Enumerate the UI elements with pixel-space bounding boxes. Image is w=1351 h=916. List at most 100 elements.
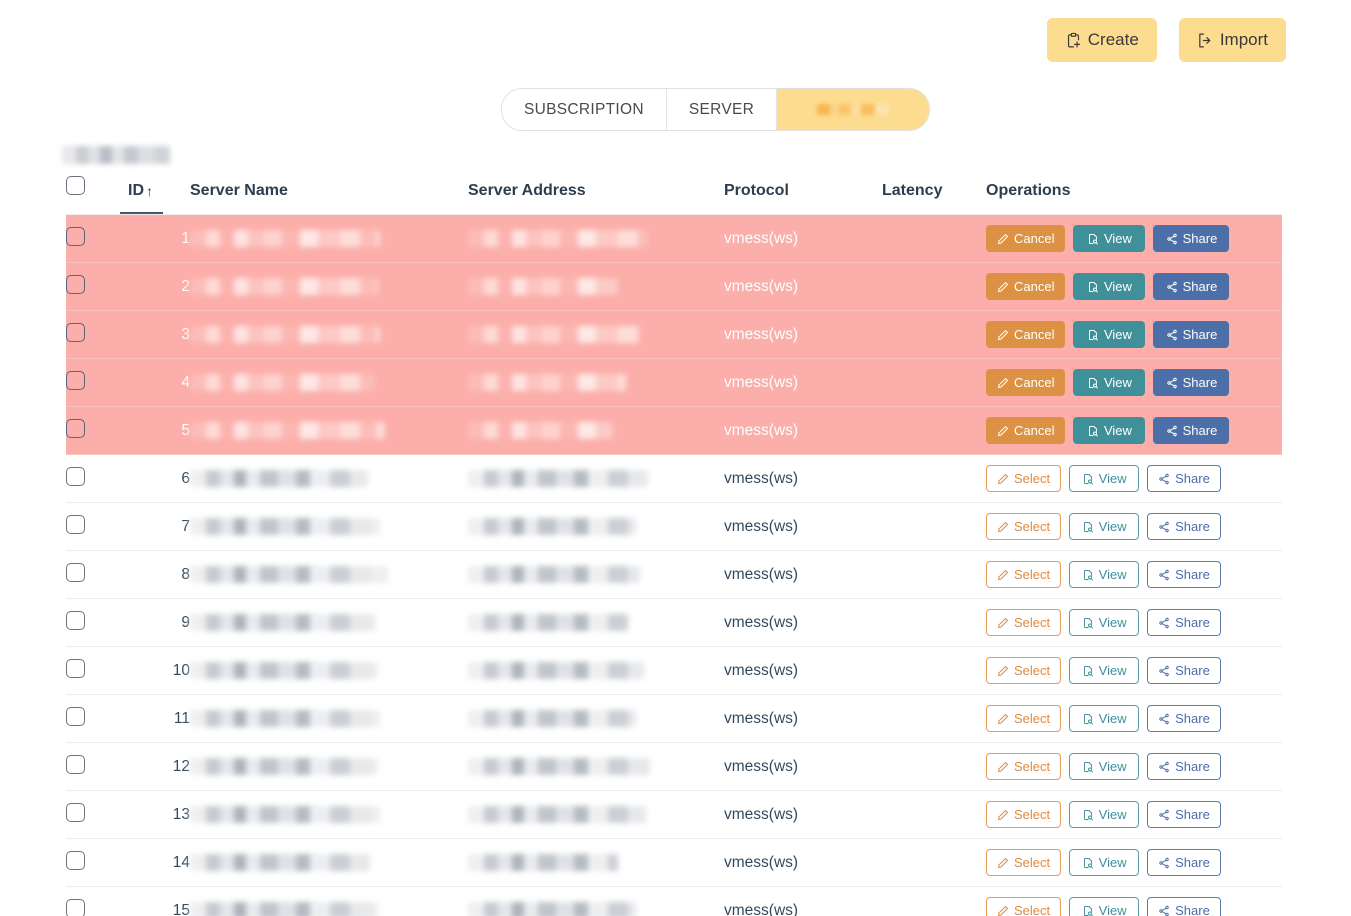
table-row[interactable]: 6 vmess(ws) Select View Share: [66, 454, 1282, 503]
tab-redacted[interactable]: [777, 89, 930, 130]
row-checkbox[interactable]: [66, 466, 85, 486]
share-button-label: Share: [1175, 807, 1210, 822]
row-checkbox[interactable]: [66, 562, 85, 582]
select-button[interactable]: Select: [986, 897, 1062, 916]
cancel-button[interactable]: Cancel: [986, 225, 1066, 252]
select-button[interactable]: Select: [986, 849, 1062, 876]
row-checkbox[interactable]: [66, 802, 85, 822]
row-checkbox[interactable]: [66, 226, 85, 246]
share-button[interactable]: Share: [1153, 273, 1230, 300]
column-header-latency[interactable]: Latency: [882, 176, 986, 215]
share-button[interactable]: Share: [1147, 801, 1221, 828]
view-button[interactable]: View: [1073, 417, 1146, 444]
row-operations: Select View Share: [986, 561, 1282, 588]
row-checkbox[interactable]: [66, 418, 85, 438]
select-button[interactable]: Select: [986, 657, 1062, 684]
cancel-button[interactable]: Cancel: [986, 273, 1066, 300]
share-button[interactable]: Share: [1147, 513, 1221, 540]
view-button[interactable]: View: [1069, 561, 1140, 588]
cancel-button[interactable]: Cancel: [986, 369, 1066, 396]
select-button[interactable]: Select: [986, 513, 1062, 540]
share-button[interactable]: Share: [1147, 897, 1221, 916]
row-checkbox[interactable]: [66, 370, 85, 390]
row-checkbox[interactable]: [66, 898, 85, 916]
share-button[interactable]: Share: [1147, 705, 1221, 732]
select-button[interactable]: Select: [986, 609, 1062, 636]
share-button[interactable]: Share: [1153, 369, 1230, 396]
row-operations: Cancel View Share: [986, 321, 1282, 348]
row-checkbox[interactable]: [66, 322, 85, 342]
share-button[interactable]: Share: [1147, 609, 1221, 636]
share-button[interactable]: Share: [1147, 753, 1221, 780]
table-row[interactable]: 2 vmess(ws) Cancel View Share: [66, 262, 1282, 311]
table-row[interactable]: 5 vmess(ws) Cancel View Share: [66, 406, 1282, 455]
pencil-icon: [997, 761, 1009, 773]
share-button[interactable]: Share: [1147, 465, 1221, 492]
redacted-server-address: [468, 422, 613, 439]
table-row[interactable]: 9 vmess(ws) Select View Share: [66, 598, 1282, 647]
view-button[interactable]: View: [1069, 849, 1140, 876]
view-button[interactable]: View: [1073, 225, 1146, 252]
view-button[interactable]: View: [1069, 801, 1140, 828]
table-row[interactable]: 14 vmess(ws) Select View Share: [66, 838, 1282, 887]
share-button[interactable]: Share: [1153, 225, 1230, 252]
table-row[interactable]: 1 vmess(ws) Cancel View Share: [66, 214, 1282, 263]
table-row[interactable]: 10 vmess(ws) Select View Share: [66, 646, 1282, 695]
tab-server[interactable]: SERVER: [666, 89, 778, 130]
share-button-label: Share: [1175, 519, 1210, 534]
view-button[interactable]: View: [1073, 321, 1146, 348]
create-button[interactable]: Create: [1046, 18, 1157, 62]
view-button[interactable]: View: [1073, 369, 1146, 396]
table-row[interactable]: 4 vmess(ws) Cancel View Share: [66, 358, 1282, 407]
row-checkbox[interactable]: [66, 274, 85, 294]
id-sort-control[interactable]: ID ↑: [120, 182, 163, 214]
select-button[interactable]: Select: [986, 753, 1062, 780]
column-header-server-address[interactable]: Server Address: [468, 176, 724, 215]
select-button[interactable]: Select: [986, 561, 1062, 588]
column-header-id[interactable]: ID ↑: [120, 176, 190, 215]
share-button[interactable]: Share: [1147, 849, 1221, 876]
view-button[interactable]: View: [1069, 609, 1140, 636]
row-checkbox[interactable]: [66, 514, 85, 534]
cell-server-address: [468, 790, 724, 839]
share-nodes-icon: [1166, 425, 1178, 437]
table-row[interactable]: 3 vmess(ws) Cancel View Share: [66, 310, 1282, 359]
row-checkbox[interactable]: [66, 754, 85, 774]
share-button[interactable]: Share: [1147, 561, 1221, 588]
table-row[interactable]: 12 vmess(ws) Select View Share: [66, 742, 1282, 791]
row-checkbox[interactable]: [66, 850, 85, 870]
table-row[interactable]: 7 vmess(ws) Select View Share: [66, 502, 1282, 551]
view-button[interactable]: View: [1069, 705, 1140, 732]
row-checkbox[interactable]: [66, 610, 85, 630]
cancel-button[interactable]: Cancel: [986, 417, 1066, 444]
select-button[interactable]: Select: [986, 801, 1062, 828]
view-button[interactable]: View: [1069, 657, 1140, 684]
select-all-checkbox[interactable]: [66, 176, 85, 195]
table-row[interactable]: 13 vmess(ws) Select View Share: [66, 790, 1282, 839]
redacted-caption-text: [62, 146, 170, 164]
select-button[interactable]: Select: [986, 705, 1062, 732]
row-checkbox[interactable]: [66, 658, 85, 678]
share-button[interactable]: Share: [1147, 657, 1221, 684]
cell-id: 10: [128, 646, 190, 695]
view-button[interactable]: View: [1069, 513, 1140, 540]
view-button[interactable]: View: [1069, 753, 1140, 780]
view-button-label: View: [1098, 759, 1127, 774]
cancel-button[interactable]: Cancel: [986, 321, 1066, 348]
cell-server-address: [468, 886, 724, 916]
table-row[interactable]: 8 vmess(ws) Select View Share: [66, 550, 1282, 599]
cell-server-address: [468, 358, 724, 407]
tab-subscription[interactable]: SUBSCRIPTION: [502, 89, 667, 130]
column-header-server-name[interactable]: Server Name: [190, 176, 468, 215]
table-row[interactable]: 15 vmess(ws) Select View Share: [66, 886, 1282, 916]
view-button[interactable]: View: [1069, 465, 1140, 492]
share-button[interactable]: Share: [1153, 321, 1230, 348]
table-row[interactable]: 11 vmess(ws) Select View Share: [66, 694, 1282, 743]
import-button[interactable]: Import: [1178, 18, 1286, 62]
view-button[interactable]: View: [1073, 273, 1146, 300]
row-checkbox[interactable]: [66, 706, 85, 726]
share-button[interactable]: Share: [1153, 417, 1230, 444]
select-button[interactable]: Select: [986, 465, 1062, 492]
column-header-protocol[interactable]: Protocol: [724, 176, 882, 215]
view-button[interactable]: View: [1069, 897, 1140, 916]
